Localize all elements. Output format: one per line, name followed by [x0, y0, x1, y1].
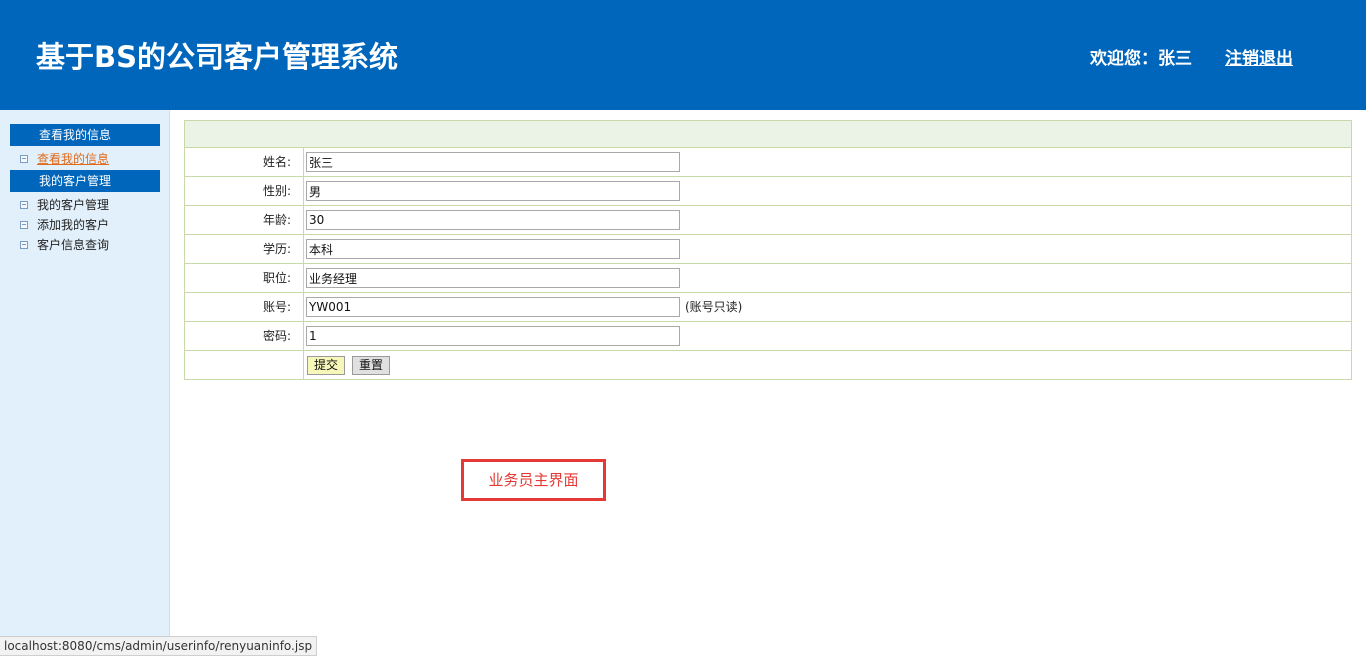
sidebar-section-customer-mgmt[interactable]: 我的客户管理: [10, 170, 160, 192]
field-label: 职位:: [185, 264, 304, 292]
sidebar-item-label: 我的客户管理: [37, 198, 110, 212]
status-bar-url: localhost:8080/cms/admin/userinfo/renyua…: [0, 636, 318, 656]
sidebar: 查看我的信息 查看我的信息 我的客户管理 我的客户管理 添加我的客户 客户信息查…: [0, 110, 170, 656]
sidebar-section-my-info[interactable]: 查看我的信息: [10, 124, 160, 146]
education-field[interactable]: [306, 239, 680, 259]
form-row-age: 年龄:: [185, 206, 1351, 235]
age-field[interactable]: [306, 210, 680, 230]
form-row-password: 密码:: [185, 322, 1351, 351]
user-info-form: 姓名: 性别: 年龄: 学历: 职位: 账号: (账号只读) 密码: 提交 重置: [184, 120, 1352, 380]
sidebar-item-customer-query[interactable]: 客户信息查询: [20, 236, 109, 254]
password-field[interactable]: [306, 326, 680, 346]
form-header-bar: [185, 121, 1351, 148]
field-label: 年龄:: [185, 206, 304, 234]
reset-button[interactable]: 重置: [352, 356, 390, 375]
annotation-label: 业务员主界面: [461, 459, 606, 501]
form-row-actions: 提交 重置: [185, 351, 1351, 380]
app-title: 基于BS的公司客户管理系统: [36, 40, 398, 74]
sidebar-item-label: 添加我的客户: [37, 218, 110, 232]
form-row-position: 职位:: [185, 264, 1351, 293]
welcome-text: 欢迎您：张三: [1090, 49, 1192, 69]
sidebar-item-label: 查看我的信息: [37, 152, 110, 166]
collapse-box-icon: [20, 220, 28, 229]
field-label-empty: [185, 351, 304, 379]
collapse-box-icon: [20, 200, 28, 209]
logout-link[interactable]: 注销退出: [1225, 44, 1293, 69]
readonly-note: (账号只读): [685, 300, 743, 314]
field-label: 姓名:: [185, 148, 304, 176]
sidebar-item-my-customers[interactable]: 我的客户管理: [20, 196, 109, 214]
top-header: 基于BS的公司客户管理系统 欢迎您：张三 注销退出: [0, 0, 1366, 110]
form-row-gender: 性别:: [185, 177, 1351, 206]
collapse-box-icon: [20, 240, 28, 249]
form-row-name: 姓名:: [185, 148, 1351, 177]
sidebar-item-label: 客户信息查询: [37, 238, 110, 252]
sidebar-item-add-customer[interactable]: 添加我的客户: [20, 216, 109, 234]
position-field[interactable]: [306, 268, 680, 288]
account-field[interactable]: [306, 297, 680, 317]
field-label: 性别:: [185, 177, 304, 205]
form-row-education: 学历:: [185, 235, 1351, 264]
submit-button[interactable]: 提交: [307, 356, 345, 375]
name-field[interactable]: [306, 152, 680, 172]
gender-field[interactable]: [306, 181, 680, 201]
field-label: 学历:: [185, 235, 304, 263]
field-label: 密码:: [185, 322, 304, 350]
field-label: 账号:: [185, 293, 304, 321]
collapse-box-icon: [20, 154, 28, 163]
form-row-account: 账号: (账号只读): [185, 293, 1351, 322]
sidebar-item-view-my-info[interactable]: 查看我的信息: [20, 150, 109, 168]
